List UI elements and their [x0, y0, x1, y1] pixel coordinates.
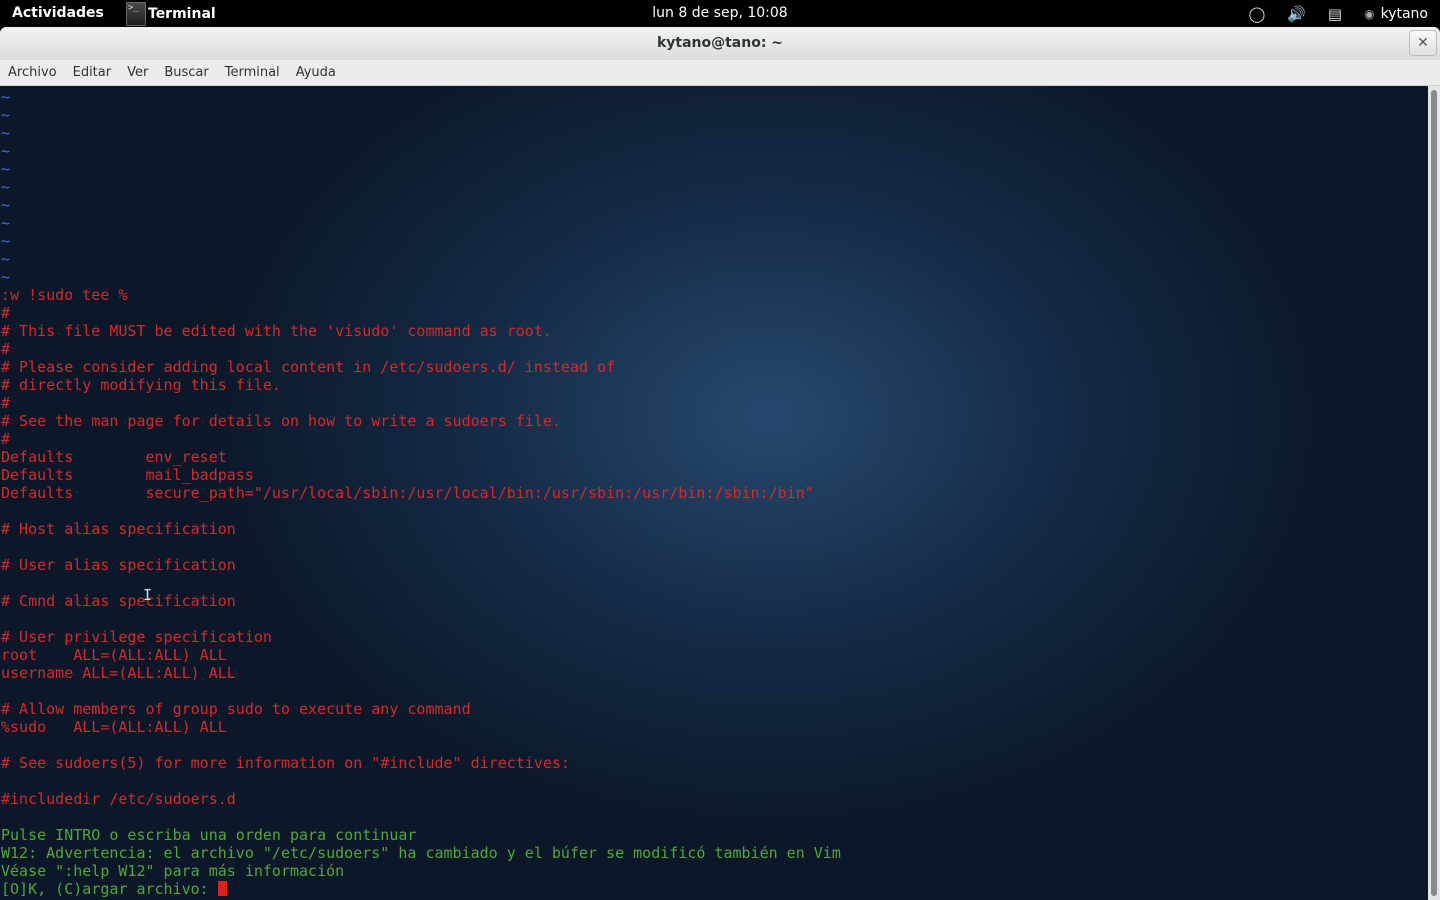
terminal-line: W12: Advertencia: el archivo "/etc/sudoe…: [1, 844, 841, 862]
user-menu[interactable]: ◉ kytano: [1364, 6, 1428, 22]
system-tray: ◯ 🔊 ▤ ◉ kytano: [1248, 0, 1428, 27]
network-icon[interactable]: ▤: [1328, 5, 1342, 23]
menu-archivo[interactable]: Archivo: [8, 65, 57, 80]
terminal-line: # directly modifying this file.: [1, 376, 281, 394]
terminal-line: # See the man page for details on how to…: [1, 412, 561, 430]
vim-empty-line-tilde: ~: [1, 124, 11, 142]
top-bar: Actividades >_ Terminal lun 8 de sep, 10…: [0, 0, 1440, 27]
terminal-line: # Cmnd alias specification: [1, 592, 236, 610]
close-button[interactable]: ✕: [1409, 30, 1437, 56]
vim-empty-line-tilde: ~: [1, 196, 11, 214]
terminal-line: # User alias specification: [1, 556, 236, 574]
terminal-line: # See sudoers(5) for more information on…: [1, 754, 570, 772]
terminal-line: %sudo ALL=(ALL:ALL) ALL: [1, 718, 227, 736]
terminal-scrollbar[interactable]: [1428, 86, 1440, 900]
menu-editar[interactable]: Editar: [73, 65, 112, 80]
terminal-view[interactable]: ~ ~ ~ ~ ~ ~ ~ ~ ~ ~ ~:w !sudo tee % # # This file MU…: [0, 86, 1428, 900]
vim-empty-line-tilde: ~: [1, 106, 11, 124]
terminal-line: username ALL=(ALL:ALL) ALL: [1, 664, 236, 682]
terminal-line: # Host alias specification: [1, 520, 236, 538]
terminal-line: Defaults mail_badpass: [1, 466, 254, 484]
terminal-line: Véase ":help W12" para más información: [1, 862, 345, 880]
terminal-line: root ALL=(ALL:ALL) ALL: [1, 646, 227, 664]
terminal-line: Pulse INTRO o escriba una orden para con…: [1, 826, 417, 844]
terminal-line: #: [1, 304, 11, 322]
volume-icon[interactable]: 🔊: [1287, 5, 1306, 23]
terminal-cursor: [217, 881, 227, 896]
terminal-line: #: [1, 340, 11, 358]
terminal-prompt-line: [O]K, (C)argar archivo:: [1, 880, 841, 898]
close-icon: ✕: [1417, 35, 1429, 51]
terminal-line: :w !sudo tee %: [1, 286, 128, 304]
vim-empty-line-tilde: ~: [1, 142, 11, 160]
accessibility-icon[interactable]: ◯: [1248, 5, 1265, 23]
username: kytano: [1380, 5, 1428, 22]
vim-empty-line-tilde: ~: [1, 88, 11, 106]
user-status-icon: ◉: [1364, 6, 1375, 21]
menu-terminal[interactable]: Terminal: [225, 65, 280, 80]
terminal-line: #: [1, 430, 11, 448]
vim-empty-line-tilde: ~: [1, 250, 11, 268]
vim-empty-line-tilde: ~: [1, 160, 11, 178]
terminal-line: Defaults secure_path="/usr/local/sbin:/u…: [1, 484, 814, 502]
window-titlebar[interactable]: kytano@tano: ~ ✕: [0, 27, 1440, 60]
terminal-line: # This file MUST be edited with the 'vis…: [1, 322, 552, 340]
vim-empty-line-tilde: ~: [1, 178, 11, 196]
clock[interactable]: lun 8 de sep, 10:08: [0, 5, 1440, 21]
window-title: kytano@tano: ~: [656, 35, 784, 51]
prompt-text: [O]K, (C)argar archivo:: [1, 880, 218, 898]
vim-empty-line-tilde: ~: [1, 232, 11, 250]
terminal-line: #includedir /etc/sudoers.d: [1, 790, 236, 808]
terminal-line: # User privilege specification: [1, 628, 272, 646]
terminal-line: #: [1, 394, 11, 412]
terminal-line: # Please consider adding local content i…: [1, 358, 616, 376]
menu-buscar[interactable]: Buscar: [164, 65, 208, 80]
text-cursor-ibeam-icon: I: [143, 586, 153, 604]
terminal-line: Defaults env_reset: [1, 448, 227, 466]
menu-bar: Archivo Editar Ver Buscar Terminal Ayuda: [0, 60, 1440, 86]
vim-empty-line-tilde: ~: [1, 214, 11, 232]
scrollbar-thumb[interactable]: [1431, 90, 1437, 896]
vim-empty-line-tilde: ~: [1, 268, 11, 286]
menu-ver[interactable]: Ver: [127, 65, 148, 80]
menu-ayuda[interactable]: Ayuda: [296, 65, 336, 80]
terminal-line: # Allow members of group sudo to execute…: [1, 700, 471, 718]
terminal-text: ~ ~ ~ ~ ~ ~ ~ ~ ~ ~ ~:w !sudo tee % # # This file MU…: [1, 88, 841, 898]
